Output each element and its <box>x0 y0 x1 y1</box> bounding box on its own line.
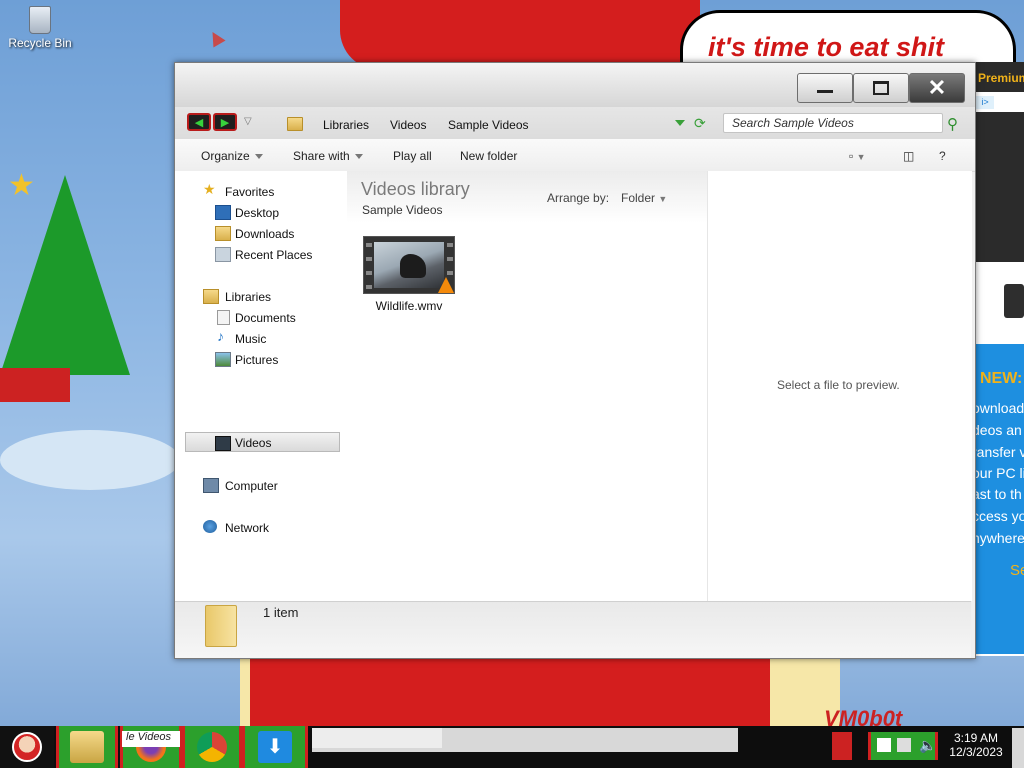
recycle-bin-label: Recycle Bin <box>8 36 72 50</box>
browser-button[interactable] <box>1004 284 1024 318</box>
promo-line: our PC li <box>972 465 1024 481</box>
taskbar-explorer-button[interactable] <box>56 726 118 768</box>
flag-icon[interactable] <box>832 732 852 760</box>
file-name[interactable]: Wildlife.wmv <box>363 299 455 313</box>
system-tray[interactable]: 🔈 <box>868 732 938 760</box>
video-preview-image <box>374 242 444 288</box>
film-hole <box>366 243 372 247</box>
preview-placeholder-text: Select a file to preview. <box>777 378 900 392</box>
film-hole <box>366 271 372 275</box>
wallpaper-christmas-tree <box>0 175 130 375</box>
taskbar-window-title[interactable]: le Videos <box>122 731 180 747</box>
arrange-by-label: Arrange by: <box>547 191 610 205</box>
film-hole <box>447 243 453 247</box>
film-hole <box>447 257 453 261</box>
promo-link[interactable]: Se <box>1010 562 1024 579</box>
film-hole <box>366 285 372 289</box>
arrange-by-dropdown[interactable]: Folder ▼ <box>621 191 667 205</box>
santa-start-icon <box>12 732 42 762</box>
chrome-icon <box>197 732 227 762</box>
clock-time: 3:19 AM <box>953 731 999 745</box>
taskbar-empty-slot <box>312 728 442 748</box>
folder-icon <box>205 605 237 647</box>
premium-label[interactable]: Premium <box>978 71 1024 85</box>
chevron-down-icon: ▼ <box>658 194 668 204</box>
promo-new-label: NEW: <box>980 370 1023 387</box>
recycle-bin-desktop-icon[interactable]: Recycle Bin <box>5 6 75 50</box>
download-arrow-icon: ⬇ <box>258 731 292 763</box>
promo-line: ast to th <box>972 486 1022 502</box>
video-thumbnail[interactable] <box>363 236 455 294</box>
promo-line: ownload <box>972 400 1024 416</box>
film-hole <box>447 271 453 275</box>
ad-choices-icon[interactable]: i> <box>976 96 994 109</box>
system-clock[interactable]: 3:19 AM 12/3/2023 <box>940 731 1012 759</box>
browser-dark-panel <box>972 112 1024 262</box>
vlc-cone-icon <box>438 277 454 293</box>
thumbnail-rock <box>400 254 426 278</box>
film-hole <box>366 257 372 261</box>
promo-line: ransfer v <box>972 444 1024 460</box>
taskbar-chrome-button[interactable] <box>182 726 242 768</box>
taskbar-downloader-button[interactable]: ⬇ <box>242 726 308 768</box>
wallpaper-text: it's time to eat shit <box>708 32 944 62</box>
item-count: 1 item <box>263 605 299 620</box>
wallpaper-santa-hat <box>340 0 700 70</box>
mouse-cursor-icon <box>206 28 226 48</box>
promo-line: deos an <box>972 422 1022 438</box>
wallpaper-snow <box>0 430 180 490</box>
start-button[interactable] <box>0 726 54 768</box>
library-title: Videos library <box>361 179 470 199</box>
wallpaper-santa-body <box>250 650 770 730</box>
promo-line: ccess yo <box>972 508 1024 524</box>
arrange-by-value: Folder <box>621 191 656 205</box>
file-explorer-icon <box>70 731 104 763</box>
show-desktop-button[interactable] <box>1012 728 1024 768</box>
clock-date: 12/3/2023 <box>949 745 1003 759</box>
network-tray-icon[interactable] <box>897 738 911 752</box>
volume-icon[interactable]: 🔈 <box>919 737 936 754</box>
recycle-bin-icon <box>29 6 51 34</box>
star-icon: ★ <box>8 169 35 202</box>
wallpaper-gifts <box>0 368 70 402</box>
promo-line: nywhere <box>972 530 1024 546</box>
background-browser-window[interactable]: Premium i> NEW: ownload deos an ransfer … <box>972 62 1024 656</box>
explorer-content-layer: Videos library Sample Videos Arrange by:… <box>175 63 973 658</box>
library-subtitle[interactable]: Sample Videos <box>362 203 443 217</box>
action-center-icon[interactable] <box>877 738 891 752</box>
